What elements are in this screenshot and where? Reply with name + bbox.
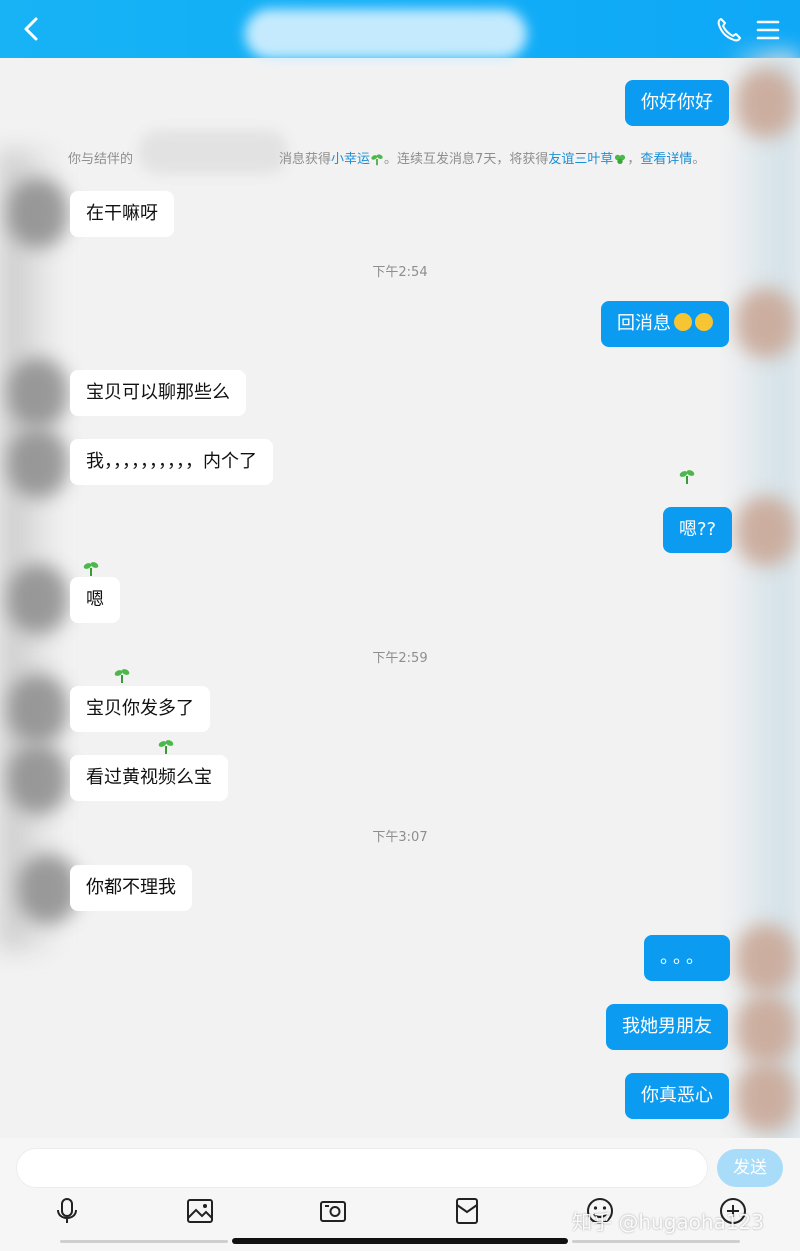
system-notice: 你与结伴的 消息获得小幸运 。连续互发消息7天，将获得友谊三叶草 ，查看详情。 <box>68 152 706 167</box>
message-bubble-sent[interactable]: 我她男朋友 <box>606 1004 728 1050</box>
message-bubble-sent[interactable]: 回消息 <box>601 301 729 347</box>
message-bubble-received[interactable]: 看过黄视频么宝 <box>70 755 228 801</box>
timestamp: 下午2:59 <box>372 651 428 666</box>
message-bubble-received[interactable]: 宝贝你发多了 <box>70 686 210 732</box>
sprout-icon <box>158 740 174 754</box>
clover-icon <box>615 154 626 165</box>
emoji-icon <box>695 313 713 331</box>
self-avatar[interactable] <box>736 496 796 566</box>
watermark: 知乎 @hugaoha123 <box>572 1210 765 1234</box>
sprout-icon <box>679 470 695 484</box>
sprout-icon <box>371 154 383 166</box>
menu-icon[interactable] <box>756 18 780 42</box>
self-avatar[interactable] <box>736 924 796 994</box>
phone-icon[interactable] <box>715 16 743 44</box>
message-bubble-sent[interactable]: 你真恶心 <box>625 1073 729 1119</box>
home-indicator-track <box>60 1240 228 1243</box>
message-bubble-received[interactable]: 在干嘛呀 <box>70 191 174 237</box>
mic-icon[interactable] <box>52 1196 82 1226</box>
message-bubble-received[interactable]: 我，，，，，，，，，，内个了 <box>70 439 273 485</box>
message-bubble-received[interactable]: 宝贝可以聊那些么 <box>70 370 246 416</box>
message-bubble-sent[interactable]: 嗯?? <box>663 507 733 553</box>
message-bubble-received[interactable]: 你都不理我 <box>70 865 192 911</box>
chat-title[interactable] <box>245 9 527 59</box>
home-indicator[interactable] <box>232 1238 568 1244</box>
timestamp: 下午2:54 <box>372 265 428 280</box>
image-icon[interactable] <box>185 1196 215 1226</box>
back-icon[interactable] <box>18 14 46 44</box>
contact-avatar[interactable] <box>18 854 78 924</box>
message-bubble-sent[interactable]: 。。。 <box>644 935 730 981</box>
self-avatar[interactable] <box>736 1062 796 1132</box>
home-indicator-track <box>572 1240 740 1243</box>
message-input[interactable] <box>16 1148 708 1188</box>
message-bubble-received[interactable]: 嗯 <box>70 577 120 623</box>
timestamp: 下午3:07 <box>372 830 428 845</box>
red-packet-icon[interactable] <box>452 1196 482 1226</box>
sprout-icon <box>83 562 99 576</box>
contact-avatar[interactable] <box>8 564 68 634</box>
send-button[interactable]: 发送 <box>717 1149 783 1187</box>
view-details-link[interactable]: 查看详情 <box>640 152 692 167</box>
contact-avatar[interactable] <box>8 178 68 248</box>
chat-header <box>0 0 800 59</box>
contact-avatar[interactable] <box>8 744 68 814</box>
contact-avatar[interactable] <box>8 358 68 428</box>
message-bubble-sent[interactable]: 你好你好 <box>625 80 729 126</box>
emoji-icon <box>674 313 692 331</box>
contact-avatar[interactable] <box>8 428 68 498</box>
self-avatar[interactable] <box>736 288 796 358</box>
self-avatar[interactable] <box>736 994 796 1064</box>
camera-icon[interactable] <box>318 1196 348 1226</box>
sprout-icon <box>114 669 130 683</box>
self-avatar[interactable] <box>736 68 796 138</box>
contact-avatar[interactable] <box>8 674 68 744</box>
